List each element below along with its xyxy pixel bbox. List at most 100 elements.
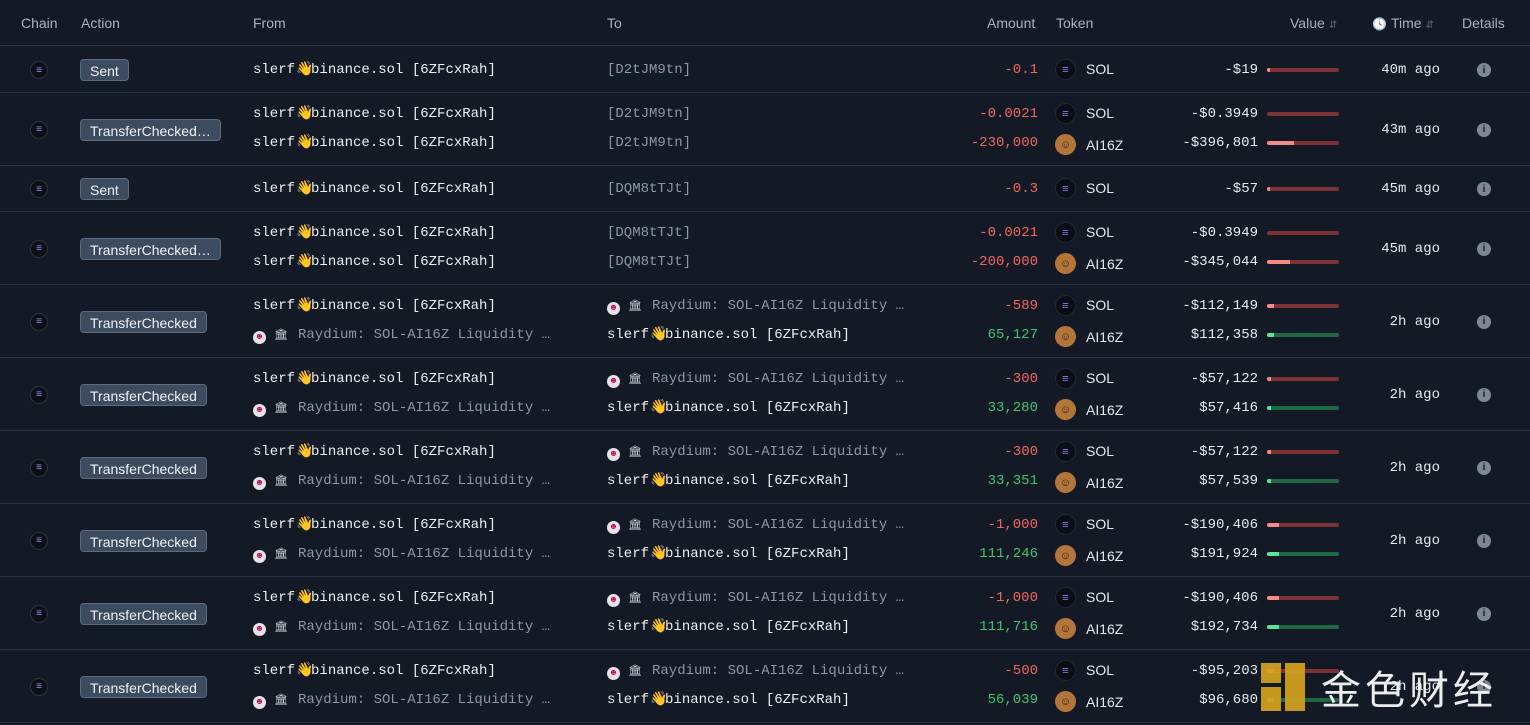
waving-hand-icon: 👋 [650,546,668,562]
waving-hand-icon: 👋 [296,135,314,151]
solana-token-icon: ≡ [1055,441,1076,462]
action-badge[interactable]: TransferChecked [80,383,207,406]
token-name-link[interactable]: AI16Z [1086,475,1123,491]
address-slerf-link[interactable]: slerf👋binance.sol [6ZFcxRah] [253,133,583,153]
action-badge[interactable]: TransferChecked [80,602,207,625]
token-name-link[interactable]: SOL [1086,516,1114,532]
token-name-link[interactable]: AI16Z [1086,548,1123,564]
address-slerf-link[interactable]: slerf👋binance.sol [6ZFcxRah] [607,617,937,637]
action-badge[interactable]: TransferChecked [80,529,207,552]
address-slerf-link[interactable]: slerf👋binance.sol [6ZFcxRah] [253,661,583,681]
info-icon[interactable]: i [1477,182,1491,196]
address-short-link[interactable]: [DQM8tTJt] [607,179,937,199]
action-badge[interactable]: TransferChecked [80,456,207,479]
action-badge[interactable]: Sent [80,178,129,200]
token-name-link[interactable]: AI16Z [1086,256,1123,272]
address-slerf-link[interactable]: slerf👋binance.sol [6ZFcxRah] [253,588,583,608]
table-row[interactable]: ≡ Sent slerf👋binance.sol [6ZFcxRah] [DQM8tT… [0,166,1530,212]
address-slerf-link[interactable]: slerf👋binance.sol [6ZFcxRah] [253,296,583,316]
address-short-link[interactable]: [DQM8tTJt] [607,223,937,243]
table-row[interactable]: ≡ TransferChecked… slerf👋binance.sol [6ZFc… [0,93,1530,166]
solana-chain-icon: ≡ [30,604,48,623]
token-name-link[interactable]: SOL [1086,180,1114,196]
info-icon[interactable]: i [1477,314,1491,329]
address-slerf-link[interactable]: slerf👋binance.sol [6ZFcxRah] [607,325,937,345]
address-slerf-link[interactable]: slerf👋binance.sol [6ZFcxRah] [253,60,583,80]
action-badge[interactable]: TransferChecked… [80,118,221,141]
contract-bank-icon: 🏛 [274,476,288,488]
token-name-link[interactable]: SOL [1086,589,1114,605]
solana-chain-icon: ≡ [30,61,48,79]
address-short-link[interactable]: [D2tJM9tn] [607,60,937,80]
info-icon[interactable]: i [1477,533,1491,548]
address-slerf-link[interactable]: slerf👋binance.sol [6ZFcxRah] [253,252,583,272]
address-pool-link[interactable]: ☻ 🏛 Raydium: SOL-AI16Z Liquidity … [607,661,937,681]
token-name-link[interactable]: SOL [1086,297,1114,313]
address-slerf-link[interactable]: slerf👋binance.sol [6ZFcxRah] [253,179,583,199]
address-pool-link[interactable]: ☻ 🏛 Raydium: SOL-AI16Z Liquidity … [253,544,583,564]
token-name-link[interactable]: AI16Z [1086,402,1123,418]
address-pool-link[interactable]: ☻ 🏛 Raydium: SOL-AI16Z Liquidity … [607,369,937,389]
token-name-link[interactable]: AI16Z [1086,329,1123,345]
token-name-link[interactable]: SOL [1086,443,1114,459]
address-pool-link[interactable]: ☻ 🏛 Raydium: SOL-AI16Z Liquidity … [607,296,937,316]
solana-token-icon: ≡ [1055,587,1076,608]
address-prefix: slerf [253,663,296,679]
action-badge[interactable]: Sent [80,59,129,81]
token-name-link[interactable]: AI16Z [1086,137,1123,153]
table-row[interactable]: ≡ TransferChecked slerf👋binance.sol [6ZFcx… [0,431,1530,504]
address-pool-link[interactable]: ☻ 🏛 Raydium: SOL-AI16Z Liquidity … [607,442,937,462]
token-name-link[interactable]: SOL [1086,224,1114,240]
address-slerf-link[interactable]: slerf👋binance.sol [6ZFcxRah] [607,690,937,710]
address-short-link[interactable]: [D2tJM9tn] [607,133,937,153]
action-badge[interactable]: TransferChecked [80,310,207,333]
address-pool-link[interactable]: ☻ 🏛 Raydium: SOL-AI16Z Liquidity … [253,617,583,637]
header-action: Action [81,15,120,31]
info-icon[interactable]: i [1477,387,1491,402]
address-pool-link[interactable]: ☻ 🏛 Raydium: SOL-AI16Z Liquidity … [253,690,583,710]
waving-hand-icon: 👋 [650,473,668,489]
info-icon[interactable]: i [1477,460,1491,475]
amount-value: -589 [1004,298,1038,314]
table-row[interactable]: ≡ TransferChecked slerf👋binance.sol [6ZFcx… [0,358,1530,431]
address-slerf-link[interactable]: slerf👋binance.sol [6ZFcxRah] [253,223,583,243]
token-name-link[interactable]: SOL [1086,105,1114,121]
table-row[interactable]: ≡ TransferChecked slerf👋binance.sol [6ZFcx… [0,577,1530,650]
address-slerf-link[interactable]: slerf👋binance.sol [6ZFcxRah] [253,515,583,535]
address-slerf-link[interactable]: slerf👋binance.sol [6ZFcxRah] [607,544,937,564]
header-value-sort[interactable]: Value ⇵ [1290,15,1337,31]
info-icon[interactable]: i [1477,241,1491,256]
token-name-link[interactable]: AI16Z [1086,694,1123,710]
table-row[interactable]: ≡ TransferChecked slerf👋binance.sol [6ZFcx… [0,285,1530,358]
address-slerf-link[interactable]: slerf👋binance.sol [6ZFcxRah] [607,471,937,491]
address-pool-link[interactable]: ☻ 🏛 Raydium: SOL-AI16Z Liquidity … [607,588,937,608]
info-icon[interactable]: i [1477,63,1491,77]
address-slerf-link[interactable]: slerf👋binance.sol [6ZFcxRah] [253,104,583,124]
header-time-sort[interactable]: 🕓 Time ⇵ [1372,15,1434,31]
table-row[interactable]: ≡ Sent slerf👋binance.sol [6ZFcxRah] [D2tJM9… [0,47,1530,93]
address-slerf-link[interactable]: slerf👋binance.sol [6ZFcxRah] [253,369,583,389]
address-pool-link[interactable]: ☻ 🏛 Raydium: SOL-AI16Z Liquidity … [253,325,583,345]
contract-bank-icon: 🏛 [274,549,288,561]
token-name-link[interactable]: SOL [1086,662,1114,678]
address-pool-link[interactable]: ☻ 🏛 Raydium: SOL-AI16Z Liquidity … [253,398,583,418]
address-short-link[interactable]: [D2tJM9tn] [607,104,937,124]
token-name-link[interactable]: SOL [1086,61,1114,77]
time-ago: 2h ago [1389,459,1440,476]
token-name-link[interactable]: SOL [1086,370,1114,386]
address-prefix: slerf [253,225,296,241]
token-name-link[interactable]: AI16Z [1086,621,1123,637]
address-short-link[interactable]: [DQM8tTJt] [607,252,937,272]
value-bar-fill [1267,596,1280,600]
info-icon[interactable]: i [1477,122,1491,137]
address-pool-link[interactable]: ☻ 🏛 Raydium: SOL-AI16Z Liquidity … [607,515,937,535]
table-row[interactable]: ≡ TransferChecked… slerf👋binance.sol [6ZFc… [0,212,1530,285]
action-badge[interactable]: TransferChecked… [80,237,221,260]
address-slerf-link[interactable]: slerf👋binance.sol [6ZFcxRah] [607,398,937,418]
table-row[interactable]: ≡ TransferChecked slerf👋binance.sol [6ZFcx… [0,504,1530,577]
action-badge[interactable]: TransferChecked [80,675,207,698]
address-pool-link[interactable]: ☻ 🏛 Raydium: SOL-AI16Z Liquidity … [253,471,583,491]
info-icon[interactable]: i [1477,606,1491,621]
address-slerf-link[interactable]: slerf👋binance.sol [6ZFcxRah] [253,442,583,462]
value-bar-fill [1267,625,1280,629]
